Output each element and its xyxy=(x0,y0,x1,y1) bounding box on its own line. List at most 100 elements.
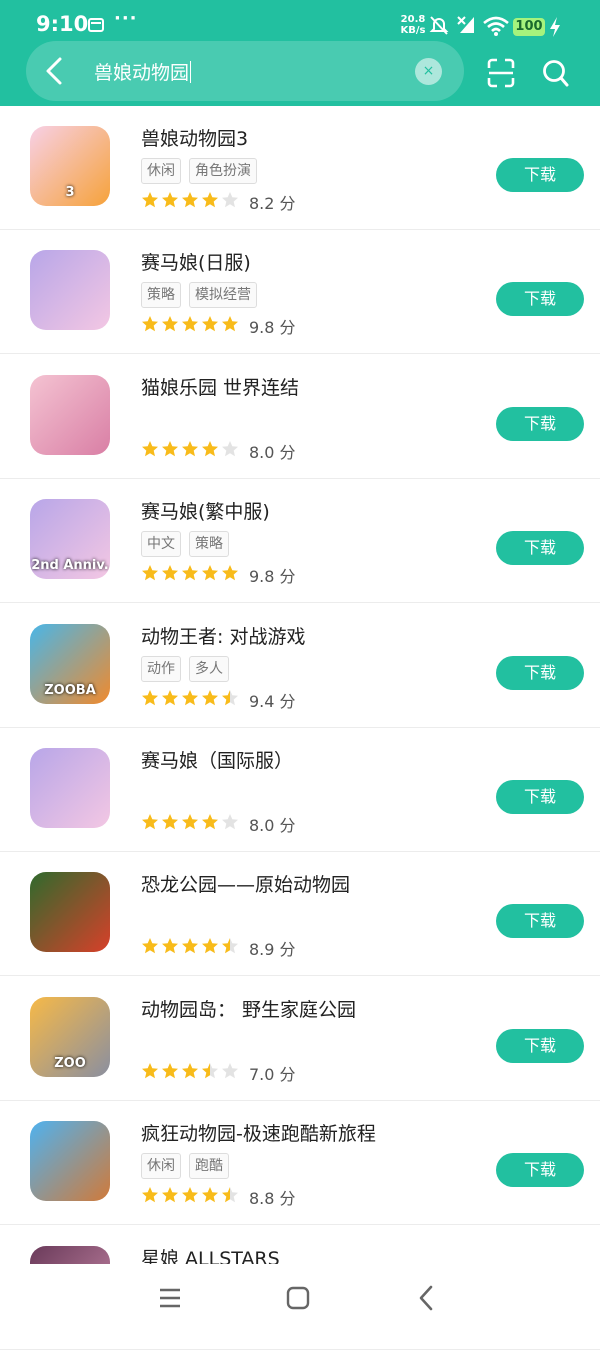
download-button[interactable]: 下载 xyxy=(496,1153,584,1188)
search-icon[interactable] xyxy=(542,58,570,88)
star-half-icon xyxy=(222,1187,238,1203)
app-tags: 策略 模拟经营 xyxy=(141,282,265,309)
star-half-icon xyxy=(202,1062,218,1079)
star-filled-icon xyxy=(142,814,158,830)
app-score: 7.0 分 xyxy=(249,1064,296,1084)
app-tag: 动作 xyxy=(141,655,181,682)
app-icon[interactable]: ZOO xyxy=(30,996,110,1077)
app-score: 9.8 分 xyxy=(249,567,296,587)
star-filled-icon xyxy=(162,1187,178,1203)
star-filled-icon xyxy=(162,814,178,830)
app-icon[interactable] xyxy=(30,872,110,953)
app-icon[interactable]: ZOOBA xyxy=(30,623,110,704)
star-rating xyxy=(141,315,241,337)
download-button[interactable]: 下载 xyxy=(496,1028,584,1063)
app-icon[interactable] xyxy=(30,1121,110,1202)
star-filled-icon xyxy=(182,814,198,830)
app-title[interactable]: 赛马娘(繁中服) xyxy=(141,497,270,524)
star-filled-icon xyxy=(182,1187,198,1203)
app-icon[interactable] xyxy=(30,250,110,331)
app-tag: 中文 xyxy=(141,531,181,558)
list-item[interactable]: 2nd Anniv. 赛马娘(繁中服) 中文 策略 9.8 分 下载 xyxy=(0,479,600,604)
star-filled-icon xyxy=(202,440,218,457)
download-button[interactable]: 下载 xyxy=(496,406,584,441)
app-tags: 休闲 跑酷 xyxy=(141,1153,237,1180)
app-tag: 策略 xyxy=(189,531,229,558)
download-button[interactable]: 下载 xyxy=(496,904,584,939)
list-item[interactable]: 疯狂动物园-极速跑酷新旅程 休闲 跑酷 8.8 分 下载 xyxy=(0,1101,600,1226)
list-item[interactable]: 赛马娘(日服) 策略 模拟经营 9.8 分 下载 xyxy=(0,230,600,355)
app-icon[interactable] xyxy=(30,374,110,455)
close-icon: × xyxy=(422,63,435,79)
star-filled-icon xyxy=(182,565,198,581)
download-button[interactable]: 下载 xyxy=(496,282,584,317)
app-rating: 9.8 分 xyxy=(141,314,296,338)
app-rating: 8.9 分 xyxy=(141,936,296,960)
home-icon[interactable] xyxy=(286,1286,310,1310)
app-rating: 8.2 分 xyxy=(141,190,296,214)
star-rating xyxy=(141,564,241,586)
download-button[interactable]: 下载 xyxy=(496,531,584,566)
star-filled-icon xyxy=(142,1187,158,1203)
app-score: 8.9 分 xyxy=(249,940,296,960)
list-item[interactable]: ZOO 动物园岛： 野生家庭公园 7.0 分 下载 xyxy=(0,977,600,1101)
app-icon-badge: ZOO xyxy=(54,1055,86,1071)
recent-apps-icon[interactable] xyxy=(158,1286,182,1310)
download-button[interactable]: 下载 xyxy=(496,158,584,192)
app-tag: 角色扮演 xyxy=(189,158,257,184)
star-filled-icon xyxy=(182,192,198,208)
no-signal-icon xyxy=(457,16,474,33)
charging-bolt-icon xyxy=(550,17,560,37)
list-item[interactable]: ZOOBA 动物王者: 对战游戏 动作 多人 9.4 分 下载 xyxy=(0,604,600,728)
search-box[interactable] xyxy=(26,41,464,101)
star-rating xyxy=(141,1186,241,1208)
app-title[interactable]: 猫娘乐园 世界连结 xyxy=(141,373,299,400)
star-filled-icon xyxy=(142,192,158,208)
star-filled-icon xyxy=(162,565,178,581)
app-title[interactable]: 兽娘动物园3 xyxy=(141,124,248,151)
app-tag: 模拟经营 xyxy=(189,282,257,309)
scan-icon[interactable] xyxy=(487,58,515,88)
wifi-icon xyxy=(483,16,509,36)
star-rating xyxy=(141,937,241,959)
star-filled-icon xyxy=(142,440,158,457)
list-item[interactable]: 猫娘乐园 世界连结 8.0 分 下载 xyxy=(0,355,600,479)
list-item[interactable]: 3 兽娘动物园3 休闲 角色扮演 8.2 分 下载 xyxy=(0,106,600,230)
app-tags: 中文 策略 xyxy=(141,531,237,558)
list-item[interactable]: 赛马娘（国际服） 8.0 分 下载 xyxy=(0,728,600,852)
network-speed-value: 20.8 xyxy=(400,14,426,25)
app-title[interactable]: 动物园岛： 野生家庭公园 xyxy=(141,995,356,1022)
status-time: 9:10 xyxy=(36,12,89,36)
app-icon[interactable]: 2nd Anniv. xyxy=(30,499,110,580)
search-input[interactable]: 兽娘动物园 xyxy=(94,58,191,85)
app-title[interactable]: 动物王者: 对战游戏 xyxy=(141,622,305,649)
network-speed: 20.8 KB/s xyxy=(398,14,428,36)
app-title[interactable]: 赛马娘（国际服） xyxy=(141,746,293,773)
app-title[interactable]: 赛马娘(日服) xyxy=(141,248,251,275)
star-filled-icon xyxy=(142,1062,158,1079)
app-title[interactable]: 恐龙公园——原始动物园 xyxy=(141,870,350,897)
star-filled-icon xyxy=(182,1062,198,1079)
app-title[interactable]: 疯狂动物园-极速跑酷新旅程 xyxy=(141,1119,376,1146)
app-icon[interactable] xyxy=(30,748,110,828)
app-icon[interactable]: 3 xyxy=(30,126,110,206)
app-score: 8.8 分 xyxy=(249,1189,296,1209)
star-empty-icon xyxy=(222,192,238,208)
star-filled-icon xyxy=(202,316,218,332)
download-button[interactable]: 下载 xyxy=(496,780,584,814)
nav-back-icon[interactable] xyxy=(416,1284,436,1312)
star-filled-icon xyxy=(162,316,178,332)
app-icon-badge: ZOOBA xyxy=(44,682,96,698)
clear-search-button[interactable]: × xyxy=(415,58,442,85)
star-filled-icon xyxy=(162,1062,178,1079)
list-item[interactable]: 恐龙公园——原始动物园 8.9 分 下载 xyxy=(0,852,600,977)
app-rating: 8.0 分 xyxy=(141,812,296,836)
star-filled-icon xyxy=(162,440,178,457)
star-half-icon xyxy=(222,938,238,954)
back-arrow-icon[interactable] xyxy=(40,55,68,87)
star-empty-icon xyxy=(222,814,238,830)
download-button[interactable]: 下载 xyxy=(496,655,584,690)
star-filled-icon xyxy=(182,440,198,457)
star-filled-icon xyxy=(202,938,218,954)
app-tag: 休闲 xyxy=(141,158,181,184)
